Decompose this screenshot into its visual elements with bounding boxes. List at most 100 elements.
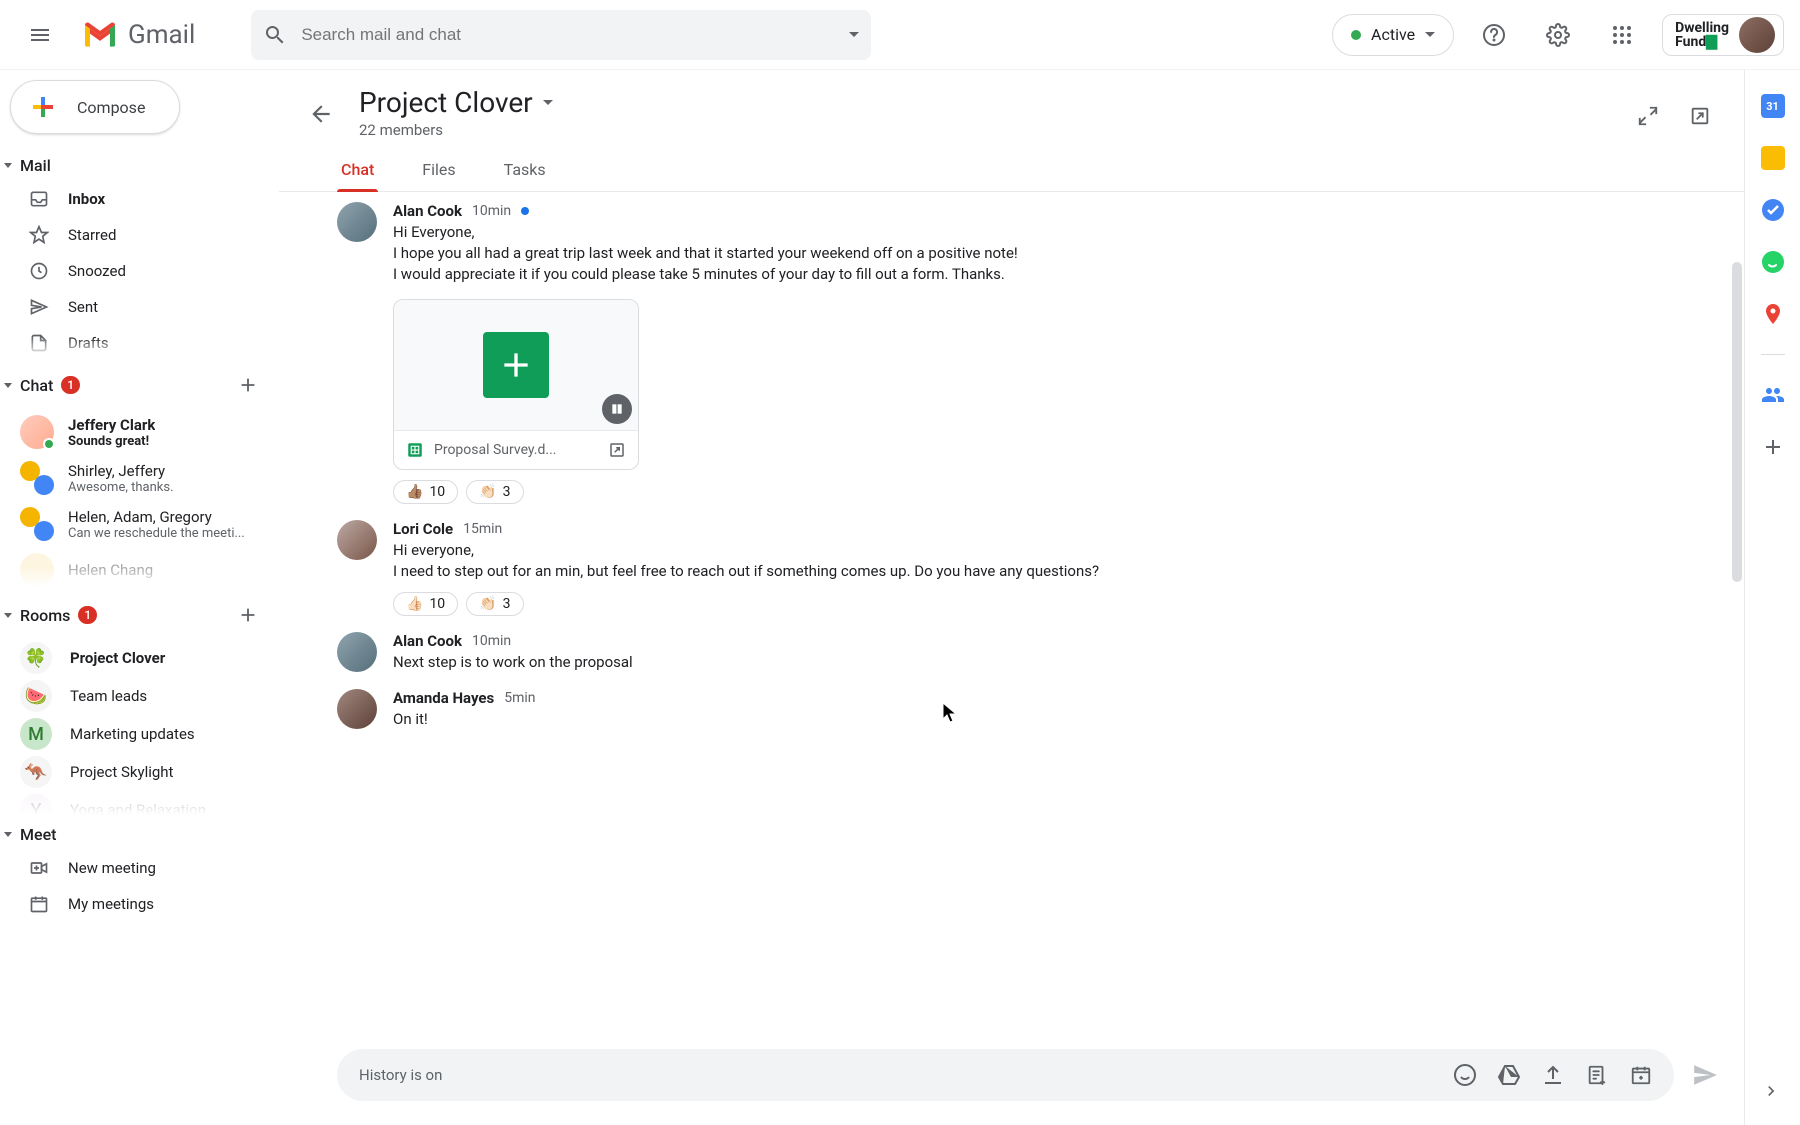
search-input[interactable] bbox=[301, 25, 835, 45]
upload-icon[interactable] bbox=[1534, 1056, 1572, 1094]
status-pill[interactable]: Active bbox=[1332, 14, 1454, 56]
room-title: Project Clover bbox=[359, 86, 533, 119]
popout-icon[interactable] bbox=[1676, 92, 1724, 140]
nav-clock[interactable]: Snoozed bbox=[0, 253, 278, 289]
room-header: Project Clover 22 members bbox=[279, 70, 1744, 140]
menu-icon[interactable] bbox=[16, 11, 64, 59]
message-time: 10min bbox=[472, 633, 511, 649]
nav-send[interactable]: Sent bbox=[0, 289, 278, 325]
chat-name: Jeffery Clark bbox=[68, 416, 155, 434]
section-chat-title: Chat bbox=[20, 376, 53, 395]
reaction-pill[interactable]: 👏🏻3 bbox=[466, 480, 523, 504]
side-panel: 31 bbox=[1744, 70, 1800, 1125]
chat-preview: Awesome, thanks. bbox=[68, 480, 174, 495]
room-item[interactable]: 🍉Team leads bbox=[0, 677, 278, 715]
keep-app-icon[interactable] bbox=[1761, 146, 1785, 170]
reaction-pill[interactable]: 👏🏻3 bbox=[466, 592, 523, 616]
gmail-logo[interactable]: Gmail bbox=[80, 15, 235, 55]
scrollbar-thumb[interactable] bbox=[1732, 262, 1742, 582]
user-avatar[interactable] bbox=[1739, 17, 1775, 53]
tasks-app-icon[interactable] bbox=[1761, 198, 1785, 222]
maps-app-icon[interactable] bbox=[1761, 302, 1785, 326]
attachment-name: Proposal Survey.d... bbox=[434, 442, 598, 458]
compose-label: Compose bbox=[77, 98, 145, 117]
reaction-pill[interactable]: 👍🏽10 bbox=[393, 480, 458, 504]
nav-inbox[interactable]: Inbox bbox=[0, 181, 278, 217]
chat-name: Shirley, Jeffery bbox=[68, 462, 174, 480]
room-item[interactable]: 🦘Project Skylight bbox=[0, 753, 278, 791]
nav-label: Snoozed bbox=[68, 262, 126, 280]
back-button[interactable] bbox=[299, 92, 343, 136]
room-tabs: Chat Files Tasks bbox=[279, 140, 1744, 192]
send-button[interactable] bbox=[1686, 1056, 1724, 1094]
message-text: Hi everyone,I need to step out for an mi… bbox=[393, 540, 1724, 582]
reaction-emoji: 👍🏽 bbox=[406, 484, 423, 500]
room-menu-icon[interactable] bbox=[543, 100, 553, 105]
add-chat-button[interactable] bbox=[230, 367, 266, 403]
message-list[interactable]: Alan Cook10minHi Everyone,I hope you all… bbox=[279, 192, 1744, 1033]
section-rooms-title: Rooms bbox=[20, 606, 70, 625]
open-external-icon[interactable] bbox=[608, 441, 626, 459]
whatsapp-app-icon[interactable] bbox=[1761, 250, 1785, 274]
meet-video[interactable]: New meeting bbox=[0, 850, 278, 886]
chevron-down-icon bbox=[4, 613, 12, 618]
meet-nav: New meetingMy meetings bbox=[0, 850, 278, 922]
mail-nav: InboxStarredSnoozedSentDrafts bbox=[0, 181, 278, 357]
gmail-label: Gmail bbox=[128, 20, 195, 50]
section-rooms-header[interactable]: Rooms 1 bbox=[0, 591, 278, 639]
section-meet-header[interactable]: Meet bbox=[0, 819, 278, 850]
reaction-pill[interactable]: 👍🏻 10 bbox=[393, 592, 458, 616]
calendar-add-icon[interactable] bbox=[1622, 1056, 1660, 1094]
message-text: Next step is to work on the proposal bbox=[393, 652, 1724, 673]
rooms-badge: 1 bbox=[78, 606, 97, 624]
attachment-card[interactable]: Proposal Survey.d... bbox=[393, 299, 639, 470]
collapse-icon[interactable] bbox=[1624, 92, 1672, 140]
room-item[interactable]: 🍀Project Clover bbox=[0, 639, 278, 677]
doc-icon[interactable] bbox=[1578, 1056, 1616, 1094]
room-label: Project Skylight bbox=[70, 763, 173, 781]
tab-chat[interactable]: Chat bbox=[337, 152, 378, 191]
reaction-count: 10 bbox=[429, 596, 445, 612]
message-time: 10min bbox=[472, 203, 511, 219]
message: Lori Cole15minHi everyone,I need to step… bbox=[337, 520, 1724, 616]
inbox-icon bbox=[28, 188, 50, 210]
chat-conversation[interactable]: Helen, Adam, GregoryCan we reschedule th… bbox=[0, 501, 278, 547]
section-meet-title: Meet bbox=[20, 825, 56, 844]
tab-files[interactable]: Files bbox=[418, 152, 459, 191]
room-label: Marketing updates bbox=[70, 725, 195, 743]
settings-icon[interactable] bbox=[1534, 11, 1582, 59]
apps-grid-icon[interactable] bbox=[1598, 11, 1646, 59]
reaction-emoji: 👍🏻 bbox=[406, 596, 423, 612]
meet-calendar[interactable]: My meetings bbox=[0, 886, 278, 922]
workspace-badge[interactable]: Dwelling Fund▇ bbox=[1662, 14, 1784, 56]
sheets-icon bbox=[483, 332, 549, 398]
room-item[interactable]: MMarketing updates bbox=[0, 715, 278, 753]
search-options-icon[interactable] bbox=[849, 32, 859, 37]
section-chat-header[interactable]: Chat 1 bbox=[0, 361, 278, 409]
calendar-icon bbox=[28, 893, 50, 915]
status-label: Active bbox=[1371, 25, 1415, 44]
add-room-button[interactable] bbox=[230, 597, 266, 633]
drive-icon[interactable] bbox=[1490, 1056, 1528, 1094]
calendar-app-icon[interactable]: 31 bbox=[1761, 94, 1785, 118]
message-composer[interactable]: History is on bbox=[337, 1049, 1674, 1101]
add-app-icon[interactable] bbox=[1761, 435, 1785, 459]
room-members[interactable]: 22 members bbox=[359, 121, 553, 139]
chat-conversation[interactable]: Jeffery ClarkSounds great! bbox=[0, 409, 278, 455]
emoji-icon[interactable] bbox=[1446, 1056, 1484, 1094]
contacts-app-icon[interactable] bbox=[1761, 383, 1785, 407]
chevron-down-icon bbox=[4, 163, 12, 168]
sidebar: Compose Mail InboxStarredSnoozedSentDraf… bbox=[0, 70, 278, 1125]
nav-star[interactable]: Starred bbox=[0, 217, 278, 253]
clock-icon bbox=[28, 260, 50, 282]
chat-conversation[interactable]: Shirley, JefferyAwesome, thanks. bbox=[0, 455, 278, 501]
chevron-down-icon bbox=[4, 832, 12, 837]
compose-button[interactable]: Compose bbox=[10, 80, 180, 134]
search-box[interactable] bbox=[251, 10, 871, 60]
message-avatar bbox=[337, 202, 377, 242]
tab-tasks[interactable]: Tasks bbox=[500, 152, 550, 191]
section-mail-header[interactable]: Mail bbox=[0, 150, 278, 181]
help-icon[interactable] bbox=[1470, 11, 1518, 59]
expand-panel-icon[interactable] bbox=[1761, 1081, 1785, 1105]
composer-placeholder: History is on bbox=[359, 1066, 1440, 1084]
